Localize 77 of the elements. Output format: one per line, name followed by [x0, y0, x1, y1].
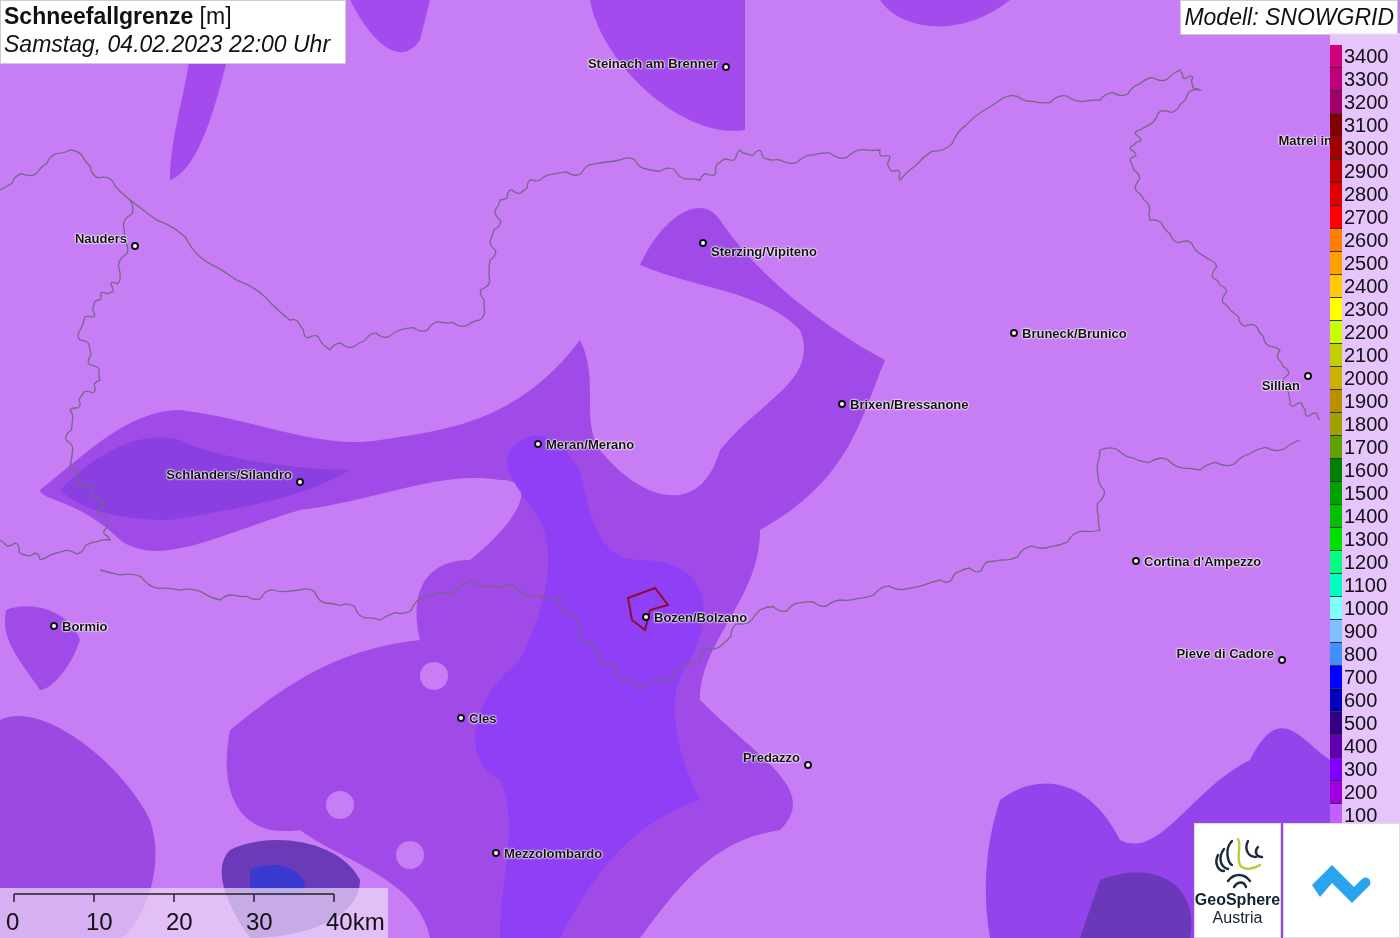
clear-patch: [326, 791, 354, 819]
legend-value: 3400: [1344, 45, 1389, 68]
legend-value: 1200: [1344, 551, 1389, 574]
place-marker: [642, 613, 650, 621]
legend-value: 3300: [1344, 68, 1389, 91]
clear-patch: [420, 662, 448, 690]
place-marker: [50, 622, 58, 630]
legend-value: 3100: [1344, 114, 1389, 137]
legend-value: 2300: [1344, 298, 1389, 321]
place-marker: [457, 714, 465, 722]
legend-value: 1900: [1344, 390, 1389, 413]
legend-value: 2000: [1344, 367, 1389, 390]
place-marker: [131, 242, 139, 250]
legend-value: 2500: [1344, 252, 1389, 275]
legend-value: 900: [1344, 620, 1378, 643]
place-label: Bruneck/Brunico: [1022, 326, 1127, 341]
place-label: Bozen/Bolzano: [654, 610, 748, 625]
legend-value: 800: [1344, 643, 1378, 666]
place-label: Meran/Merano: [546, 437, 635, 452]
scale-label: 10: [86, 908, 113, 936]
legend-value: 600: [1344, 689, 1378, 712]
legend-value: 200: [1344, 781, 1378, 804]
place-marker: [838, 400, 846, 408]
legend-value: 500: [1344, 712, 1378, 735]
legend-value: 1600: [1344, 459, 1389, 482]
legend-value: 1000: [1344, 597, 1389, 620]
map-datetime: Samstag, 04.02.2023 22:00 Uhr: [4, 31, 332, 58]
legend-value: 2700: [1344, 206, 1389, 229]
legend-value: 400: [1344, 735, 1378, 758]
legend-value: 100: [1344, 804, 1378, 827]
map-title: Schneefallgrenze [m]: [4, 3, 233, 30]
legend-value: 1100: [1344, 574, 1387, 597]
place-marker: [699, 239, 707, 247]
legend-value: 3200: [1344, 91, 1389, 114]
place-label: Brixen/Bressanone: [850, 397, 969, 412]
place-label: Sterzing/Vipiteno: [711, 244, 817, 259]
place-label: Pieve di Cadore: [1176, 646, 1274, 661]
scale-label: 20: [166, 908, 193, 936]
legend-value: 300: [1344, 758, 1378, 781]
place-marker: [1278, 656, 1286, 664]
legend-value: 2200: [1344, 321, 1389, 344]
place-marker: [296, 478, 304, 486]
legend-value: 2800: [1344, 183, 1389, 206]
place-label: Cortina d'Ampezzo: [1144, 554, 1262, 569]
logo-text: Austria: [1212, 908, 1263, 927]
scale-label: 0: [6, 908, 20, 936]
place-marker: [1010, 329, 1018, 337]
place-label: Steinach am Brenner: [587, 56, 718, 71]
place-label: Schlanders/Silandro: [166, 467, 292, 482]
legend-value: 2600: [1344, 229, 1389, 252]
place-label: Sillian: [1261, 378, 1300, 393]
legend-value: 1700: [1344, 436, 1389, 459]
legend-value: 700: [1344, 666, 1378, 689]
scale-label: 30: [246, 908, 273, 936]
place-label: Cles: [469, 711, 497, 726]
place-marker: [492, 849, 500, 857]
legend-value: 3000: [1344, 137, 1389, 160]
legend-value: 1300: [1344, 528, 1389, 551]
place-marker: [804, 761, 812, 769]
legend-value: 2900: [1344, 160, 1389, 183]
model-label: Modell: SNOWGRID: [1180, 0, 1398, 35]
legend-value: 2400: [1344, 275, 1389, 298]
legend-value: 1400: [1344, 505, 1389, 528]
legend-value: 1500: [1344, 482, 1389, 505]
scale-label: 40km: [326, 908, 385, 936]
legend-value: 2100: [1344, 344, 1389, 367]
clear-patch: [396, 841, 424, 869]
place-marker: [1132, 557, 1140, 565]
place-label: Nauders: [74, 231, 127, 246]
place-label: Bormio: [62, 619, 108, 634]
place-label: Mezzolombardo: [504, 846, 603, 861]
place-marker: [1304, 372, 1312, 380]
logo-text: GeoSphere: [1194, 890, 1281, 909]
place-marker: [722, 63, 730, 71]
place-label: Predazzo: [742, 750, 800, 765]
place-marker: [534, 440, 542, 448]
legend-value: 1800: [1344, 413, 1389, 436]
